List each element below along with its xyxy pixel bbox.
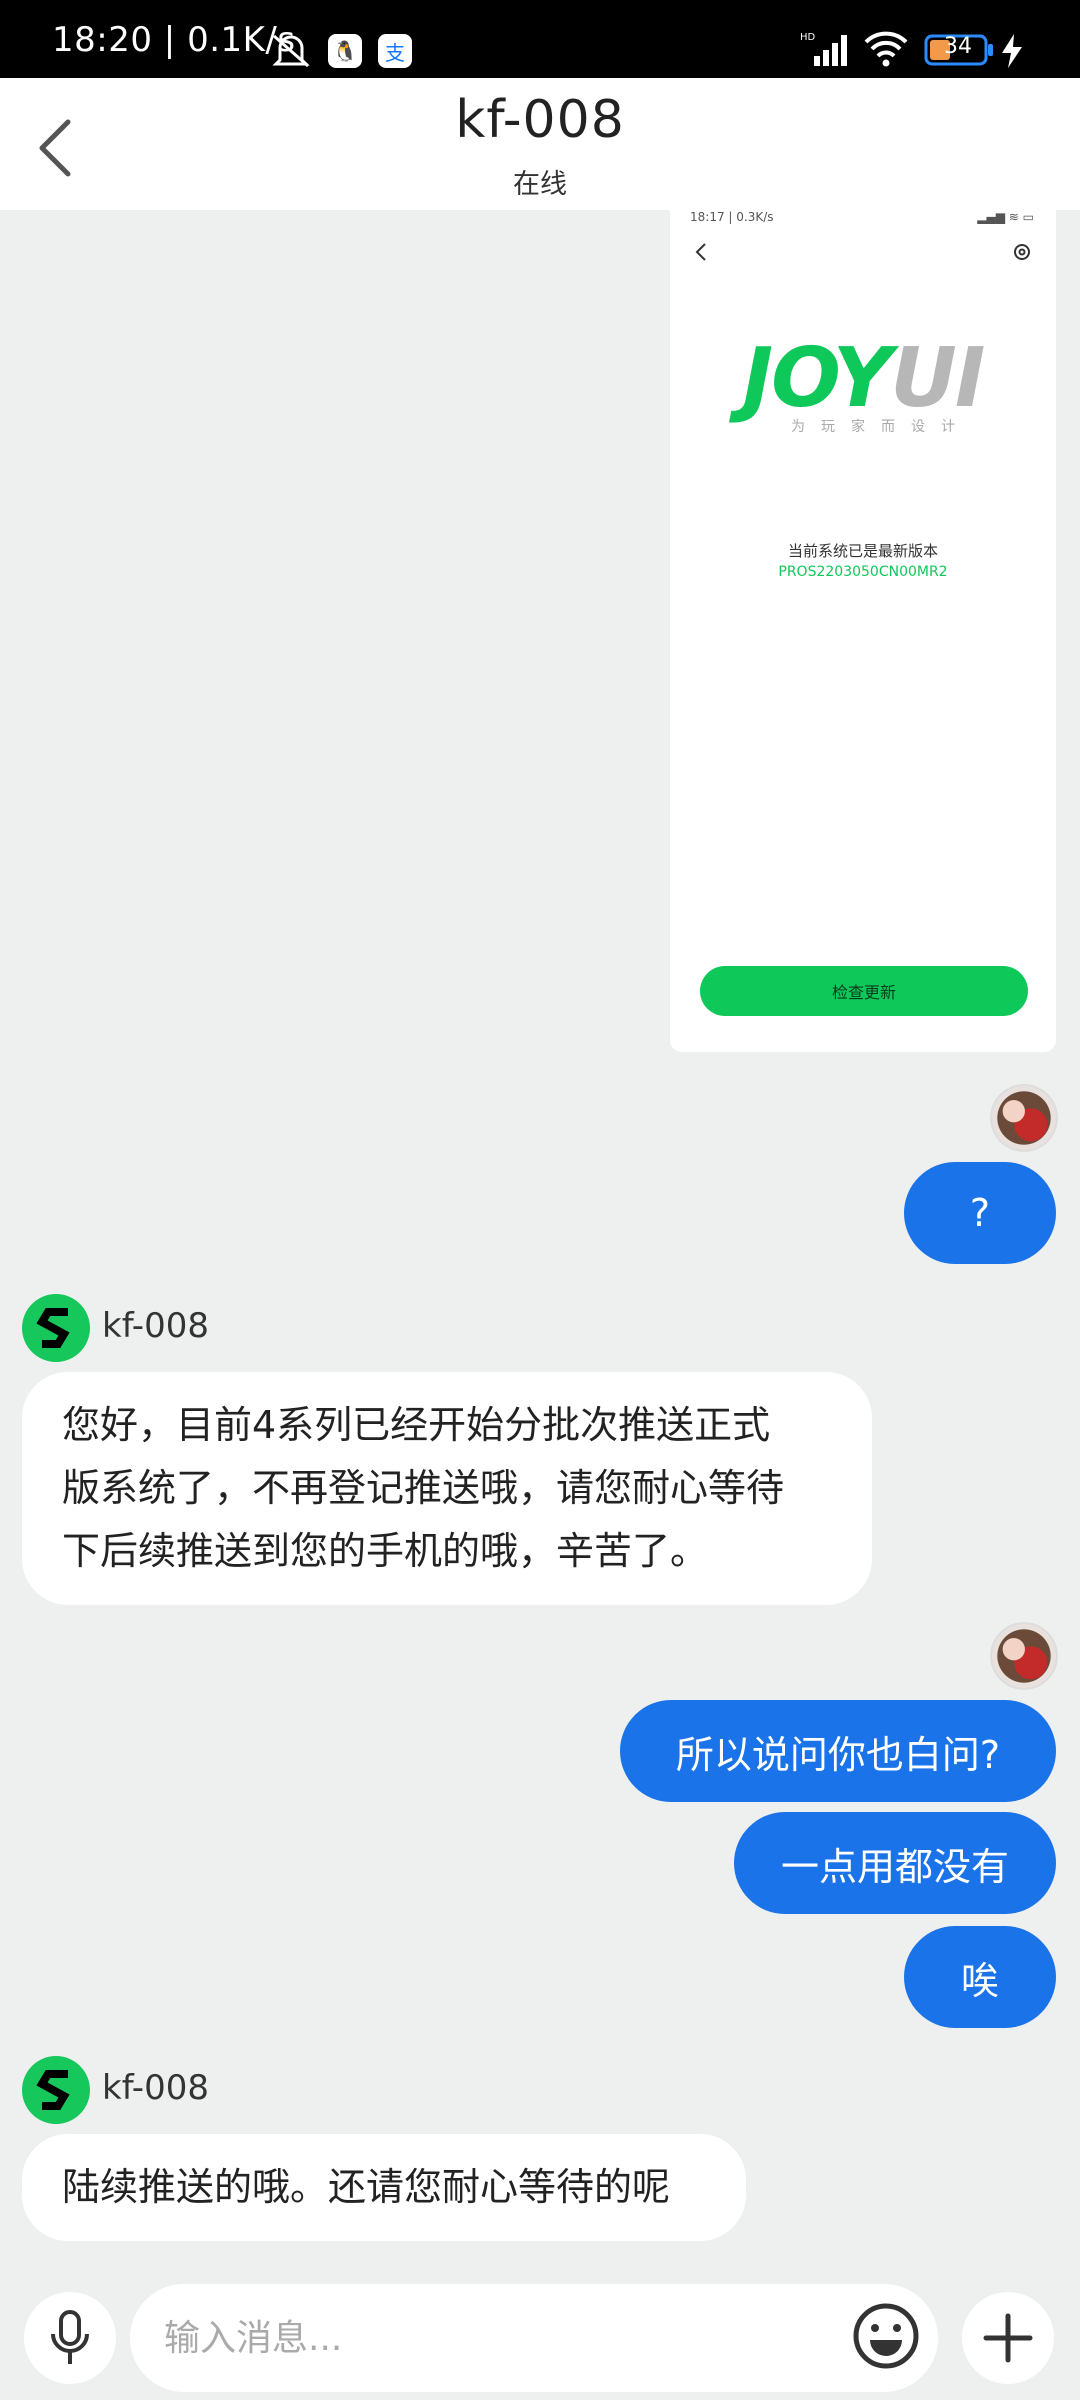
chat-title: kf-008 bbox=[455, 90, 625, 150]
voice-button[interactable] bbox=[24, 2292, 116, 2384]
message-line: 您好，目前4系列已经开始分批次推送正式 bbox=[62, 1403, 771, 1447]
system-version: PROS2203050CN00MR2 bbox=[778, 564, 948, 580]
shared-screenshot-image[interactable]: 18:17 | 0.3K/s ▂▄▆ ≋ ▭ JOYUI 为玩家而设计 当前系统… bbox=[670, 210, 1056, 1052]
battery-level: 34 bbox=[944, 34, 972, 59]
alipay-app-icon: 支 bbox=[378, 34, 412, 68]
user-avatar[interactable] bbox=[990, 1084, 1058, 1152]
kf-sender-name: kf-008 bbox=[102, 1306, 209, 1346]
online-status: 在线 bbox=[513, 169, 567, 200]
mini-status-icons: ▂▄▆ ≋ ▭ bbox=[977, 210, 1034, 224]
kf-avatar[interactable] bbox=[22, 1294, 90, 1362]
smiley-icon bbox=[853, 2303, 919, 2369]
check-update-button: 检查更新 bbox=[700, 966, 1028, 1016]
more-options-button[interactable] bbox=[962, 2292, 1054, 2384]
emoji-button[interactable] bbox=[850, 2300, 922, 2372]
charging-icon bbox=[1000, 34, 1024, 72]
qq-app-icon: 🐧 bbox=[328, 34, 362, 68]
joyui-logo: JOYUI bbox=[742, 331, 986, 426]
mini-settings-icon bbox=[1014, 244, 1030, 260]
plus-icon bbox=[983, 2313, 1033, 2363]
kf-logo-icon bbox=[36, 1308, 70, 1348]
svg-text:HD: HD bbox=[800, 32, 816, 43]
status-time: 18:20 | 0.1K/s bbox=[52, 20, 296, 60]
signal-icon: HD bbox=[800, 30, 850, 72]
message-input-bar bbox=[0, 2268, 1080, 2400]
system-status-text: 当前系统已是最新版本 bbox=[787, 542, 938, 560]
mini-status-time: 18:17 | 0.3K/s bbox=[690, 210, 774, 224]
status-bar: 18:20 | 0.1K/s 🐧 支 HD 34 bbox=[0, 0, 1080, 78]
message-line: 版系统了，不再登记推送哦，请您耐心等待 bbox=[62, 1466, 785, 1510]
incoming-message[interactable]: 您好，目前4系列已经开始分批次推送正式 版系统了，不再登记推送哦，请您耐心等待 … bbox=[22, 1372, 872, 1605]
wifi-icon bbox=[862, 30, 910, 72]
outgoing-message[interactable]: 所以说问你也白问? bbox=[620, 1700, 1056, 1802]
outgoing-message[interactable]: 一点用都没有 bbox=[734, 1812, 1056, 1914]
joyui-tagline: 为玩家而设计 bbox=[791, 419, 971, 435]
outgoing-message[interactable]: 唉 bbox=[904, 1926, 1056, 2028]
outgoing-message[interactable]: ? bbox=[904, 1162, 1056, 1264]
message-line: 下后续推送到您的手机的哦，辛苦了。 bbox=[62, 1529, 709, 1573]
incoming-message[interactable]: 陆续推送的哦。还请您耐心等待的呢 bbox=[22, 2134, 746, 2241]
microphone-icon bbox=[51, 2310, 89, 2364]
user-avatar[interactable] bbox=[990, 1622, 1058, 1690]
mini-back-icon bbox=[695, 243, 706, 261]
mute-icon bbox=[268, 30, 314, 74]
chat-header: kf-008 在线 bbox=[0, 78, 1080, 210]
kf-sender-name: kf-008 bbox=[102, 2068, 209, 2108]
kf-avatar[interactable] bbox=[22, 2056, 90, 2124]
message-input[interactable] bbox=[130, 2284, 938, 2392]
kf-logo-icon bbox=[36, 2070, 70, 2110]
